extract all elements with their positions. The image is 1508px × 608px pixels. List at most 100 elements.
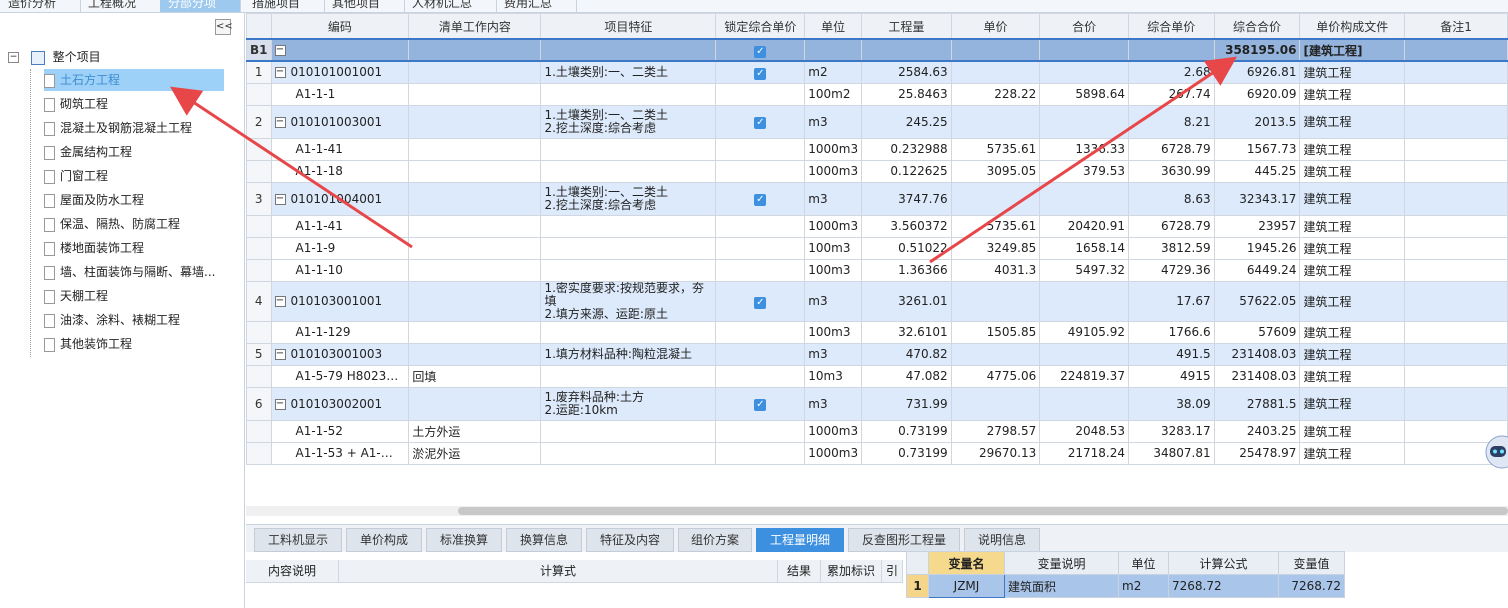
cell-remark[interactable]	[1404, 104, 1508, 139]
top-tab-materials[interactable]: 人材机汇总	[404, 0, 497, 12]
table-row-sub[interactable]: A1-5-79 H8023… 回填 10m3 47.082 4775.06 224819.…	[246, 364, 1508, 388]
table-row-sub[interactable]: A1-1-52 土方外运 1000m3 0.73199 2798.57 2048.53 32…	[246, 419, 1508, 443]
vars-cell-formula[interactable]: 7268.72	[1168, 574, 1279, 598]
cell-locked[interactable]: ✓	[715, 38, 806, 62]
cell[interactable]	[804, 38, 863, 62]
cell-price[interactable]: 5735.61	[950, 137, 1041, 161]
top-tab-cost-analysis[interactable]: 造价分析	[0, 0, 81, 12]
table-row-sub[interactable]: A1-1-53 + A1-… 淤泥外运 1000m3 0.73199 29670.13 2…	[246, 441, 1508, 465]
cell-unit[interactable]: 100m3	[804, 258, 863, 282]
cell-total[interactable]: 1336.33	[1039, 137, 1129, 161]
detail-header-result[interactable]: 结果	[778, 560, 821, 583]
col-header-remark[interactable]: 备注1	[1404, 13, 1508, 40]
col-header-utotal[interactable]: 综合合价	[1213, 13, 1301, 40]
cell-content[interactable]	[408, 342, 542, 366]
cell[interactable]	[950, 38, 1041, 62]
cell-file[interactable]: 建筑工程	[1299, 82, 1406, 106]
cell-total[interactable]: 224819.37	[1039, 364, 1129, 388]
cell-unit[interactable]: 1000m3	[804, 441, 863, 465]
cell-utotal[interactable]: 32343.17	[1213, 181, 1301, 216]
cell-qty[interactable]: 32.6101	[861, 320, 952, 344]
cell-feature[interactable]: 1.密实度要求:按规范要求，夯填 2.填方来源、运距:原土	[540, 280, 717, 322]
cell-feature[interactable]	[540, 320, 717, 344]
cell-total[interactable]: 20420.91	[1039, 214, 1129, 238]
cell-code[interactable]: −010101001001	[270, 60, 410, 84]
cell-file[interactable]: 建筑工程	[1299, 419, 1406, 443]
cell-file[interactable]: 建筑工程	[1299, 60, 1406, 84]
cell-remark[interactable]	[1404, 137, 1508, 161]
cell-price[interactable]: 1505.85	[950, 320, 1041, 344]
vars-cell-name[interactable]: JZMJ	[928, 574, 1005, 598]
cell-unit[interactable]: m2	[804, 60, 863, 84]
cell-utotal[interactable]: 231408.03	[1213, 342, 1301, 366]
cell-total[interactable]	[1039, 181, 1129, 216]
cell-code[interactable]: A1-1-129	[270, 320, 410, 344]
cell-qty[interactable]: 0.51022	[861, 236, 952, 260]
cell-locked[interactable]	[715, 214, 806, 238]
cell-feature[interactable]: 1.土壤类别:一、二类土 2.挖土深度:综合考虑	[540, 104, 717, 139]
tab-pricing-scheme[interactable]: 组价方案	[678, 528, 752, 552]
cell-code[interactable]: −010101004001	[270, 181, 410, 216]
cell[interactable]	[1039, 38, 1129, 62]
cell-total[interactable]: 5497.32	[1039, 258, 1129, 282]
cell-utotal[interactable]: 6926.81	[1213, 60, 1301, 84]
cell-code[interactable]: A1-5-79 H8023…	[270, 364, 410, 388]
cell[interactable]	[1404, 38, 1508, 62]
cell-utotal[interactable]: 231408.03	[1213, 364, 1301, 388]
cell-unit[interactable]: 1000m3	[804, 214, 863, 238]
cell-uprice[interactable]: 3812.59	[1127, 236, 1215, 260]
cell-qty[interactable]: 245.25	[861, 104, 952, 139]
collapse-panel-button[interactable]: <<	[215, 19, 233, 35]
checkbox-checked-icon[interactable]: ✓	[754, 67, 767, 80]
tree-item-insulation[interactable]: 保温、隔热、防腐工程	[44, 213, 180, 235]
cell-remark[interactable]	[1404, 342, 1508, 366]
tab-features[interactable]: 特征及内容	[586, 528, 674, 552]
cell-uprice[interactable]: 2.68	[1127, 60, 1215, 84]
cell-price[interactable]: 2798.57	[950, 419, 1041, 443]
cell-feature[interactable]	[540, 364, 717, 388]
tab-labor-material[interactable]: 工料机显示	[254, 528, 342, 552]
col-header-file[interactable]: 单价构成文件	[1299, 13, 1406, 40]
cell-content[interactable]	[408, 386, 542, 421]
cell-qty[interactable]: 3261.01	[861, 280, 952, 322]
top-tab-other[interactable]: 其他项目	[324, 0, 405, 12]
cell-total[interactable]: 21718.24	[1039, 441, 1129, 465]
cell-file[interactable]: 建筑工程	[1299, 320, 1406, 344]
tree-item-floor[interactable]: 楼地面装饰工程	[44, 237, 144, 259]
cell-qty[interactable]: 3.560372	[861, 214, 952, 238]
tree-item-ceiling[interactable]: 天棚工程	[44, 285, 108, 307]
cell-file[interactable]: 建筑工程	[1299, 441, 1406, 465]
cell-price[interactable]: 29670.13	[950, 441, 1041, 465]
collapse-icon[interactable]: −	[274, 296, 286, 307]
cell-qty[interactable]: 47.082	[861, 364, 952, 388]
tree-item-earthwork[interactable]: 土石方工程	[44, 69, 224, 91]
cell-code[interactable]: −	[270, 38, 410, 62]
cell-price[interactable]: 3095.05	[950, 159, 1041, 183]
cell-feature[interactable]	[540, 236, 717, 260]
cell-utotal[interactable]: 2013.5	[1213, 104, 1301, 139]
cell-price[interactable]	[950, 104, 1041, 139]
cell-utotal[interactable]: 23957	[1213, 214, 1301, 238]
cell-uprice[interactable]: 38.09	[1127, 386, 1215, 421]
tree-item-doors[interactable]: 门窗工程	[44, 165, 108, 187]
col-header-code[interactable]: 编码	[270, 13, 410, 40]
cell-total[interactable]: 1658.14	[1039, 236, 1129, 260]
vars-header-desc[interactable]: 变量说明	[1004, 551, 1119, 575]
table-row-sub[interactable]: A1-1-41 1000m3 0.232988 5735.61 1336.33 6728.…	[246, 137, 1508, 161]
cell-feature[interactable]: 1.废弃料品种:土方 2.运距:10km	[540, 386, 717, 421]
cell[interactable]	[540, 38, 717, 62]
cell-content[interactable]	[408, 214, 542, 238]
col-header-unit[interactable]: 单位	[804, 13, 863, 40]
cell[interactable]	[861, 38, 952, 62]
cell-uprice[interactable]: 491.5	[1127, 342, 1215, 366]
cell[interactable]	[408, 38, 542, 62]
table-row-item[interactable]: 1−010101001001 1.土壤类别:一、二类土 ✓ m2 2584.63 2.68…	[246, 60, 1508, 84]
tree-item-paint[interactable]: 油漆、涂料、裱糊工程	[44, 309, 180, 331]
cell-file[interactable]: 建筑工程	[1299, 159, 1406, 183]
table-row-item[interactable]: 3−010101004001 1.土壤类别:一、二类土 2.挖土深度:综合考虑 ✓ m3…	[246, 181, 1508, 216]
cell-file[interactable]: 建筑工程	[1299, 342, 1406, 366]
cell-code[interactable]: A1-1-41	[270, 137, 410, 161]
cell-unit[interactable]: m3	[804, 342, 863, 366]
cell-utotal[interactable]: 6449.24	[1213, 258, 1301, 282]
cell-locked[interactable]: ✓	[715, 60, 806, 84]
